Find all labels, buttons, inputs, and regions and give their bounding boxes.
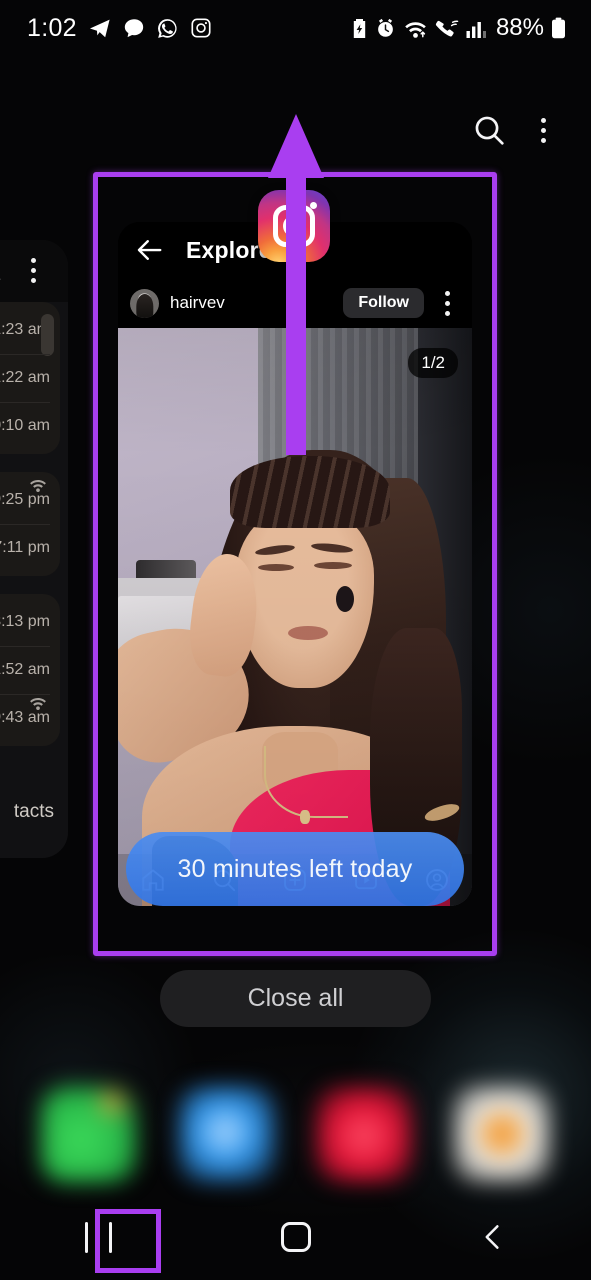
phone-screen: 1:02 88%:23 am:22 am:10 am:25 pm:11… [0, 0, 591, 1280]
post-username[interactable]: hairvev [170, 293, 225, 313]
status-bar: 1:02 88% [0, 0, 591, 56]
search-icon[interactable] [472, 113, 506, 147]
home-icon [280, 1222, 311, 1252]
call-time: 3:13 pm [0, 613, 50, 630]
battery-percent-label: 88% [495, 14, 544, 41]
call-log-row[interactable]: 9:43 am [0, 694, 60, 742]
back-button[interactable] [394, 1194, 591, 1280]
time-limit-message: 30 minutes left today [177, 854, 413, 883]
instagram-icon [191, 18, 211, 38]
signal-bars-icon [466, 21, 486, 38]
battery-saver-icon [353, 18, 366, 38]
call-time: 0:10 am [0, 417, 50, 434]
call-log-tab-label: tacts [13, 801, 54, 822]
back-icon [485, 1225, 499, 1249]
play-store-icon[interactable] [40, 1086, 137, 1182]
call-log-group: 3:13 pm 1:52 am 9:43 am [0, 594, 60, 746]
home-dock [0, 1078, 591, 1190]
scrollbar-thumb[interactable] [41, 314, 54, 356]
close-all-button[interactable]: Close all [160, 970, 431, 1027]
recents-button[interactable] [0, 1194, 197, 1280]
up-arrow-annotation [268, 114, 324, 455]
more-vertical-icon[interactable] [22, 258, 44, 283]
recents-card-call-log[interactable]: 1:23 am 1:22 am 0:10 am 9:25 pm 7:11 pm [0, 240, 68, 858]
call-time: 9:43 am [0, 709, 50, 726]
call-time: 9:25 pm [0, 491, 50, 508]
status-bar-clock: 1:02 [27, 13, 77, 42]
recents-top-actions [411, 96, 591, 164]
alarm-icon [378, 18, 393, 37]
call-log-row[interactable]: 1:23 am [0, 306, 60, 356]
back-arrow-icon[interactable] [134, 235, 164, 265]
red-app-icon[interactable] [316, 1086, 413, 1182]
time-limit-toast: 30 minutes left today [126, 832, 464, 906]
call-log-row[interactable]: 1:22 am [0, 354, 60, 402]
recents-icon [85, 1221, 112, 1253]
battery-icon [552, 17, 565, 39]
call-log-tab-contacts[interactable]: tacts [0, 766, 68, 858]
call-log-group: 1:23 am 1:22 am 0:10 am [0, 302, 60, 454]
wifi-call-icon [30, 479, 46, 492]
call-log-row[interactable]: 0:10 am [0, 402, 60, 450]
more-vertical-icon[interactable] [436, 290, 458, 316]
more-vertical-icon[interactable] [532, 117, 554, 143]
carousel-counter-badge: 1/2 [408, 348, 458, 378]
home-button[interactable] [197, 1194, 394, 1280]
search-icon[interactable] [0, 256, 2, 282]
white-orange-app-icon[interactable] [454, 1086, 551, 1182]
status-bar-left: 1:02 [27, 14, 212, 43]
call-log-row[interactable]: 9:25 pm [0, 476, 60, 524]
system-nav-bar [0, 1194, 591, 1280]
blue-app-icon[interactable] [178, 1086, 275, 1182]
call-log-row[interactable]: 3:13 pm [0, 598, 60, 646]
follow-button[interactable]: Follow [343, 288, 424, 318]
call-time: 7:11 pm [0, 539, 50, 556]
call-time: 1:22 am [0, 369, 50, 386]
status-bar-right: 88% [351, 14, 566, 42]
call-log-group: 9:25 pm 7:11 pm [0, 472, 60, 576]
telegram-icon [89, 19, 110, 38]
avatar[interactable] [130, 288, 159, 318]
call-time: 1:52 am [0, 661, 50, 678]
wifi-icon [405, 21, 426, 38]
wifi-calling-icon [435, 20, 459, 36]
call-log-row[interactable]: 7:11 pm [0, 524, 60, 572]
call-log-toolbar [0, 240, 68, 302]
wifi-call-icon [30, 697, 46, 710]
chat-bubble-icon [124, 19, 144, 38]
call-log-row[interactable]: 1:52 am [0, 646, 60, 694]
whatsapp-icon [157, 18, 177, 38]
